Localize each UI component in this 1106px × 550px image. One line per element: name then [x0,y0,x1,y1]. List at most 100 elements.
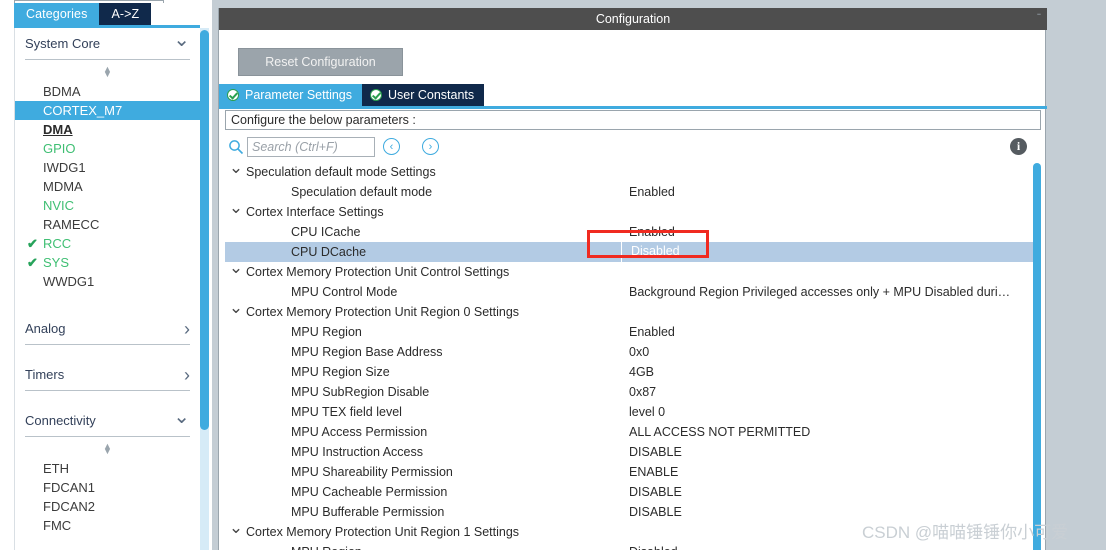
chevron-down-icon[interactable] [229,302,243,322]
table-row[interactable]: MPU Region Base Address 0x0 [225,342,1041,362]
table-row[interactable]: MPU Region Enabled [225,322,1041,342]
categories-scrollbar-thumb[interactable] [200,30,209,430]
table-row[interactable]: Cortex Memory Protection Unit Control Se… [225,262,1041,282]
group-header-system-core[interactable]: System Core [25,28,190,60]
tab-a-to-z[interactable]: A->Z [99,3,152,25]
panel-corner-resize-icon[interactable]: ╴ [1028,8,1044,21]
table-row[interactable]: MPU Instruction Access DISABLE [225,442,1041,462]
param-value[interactable]: level 0 [629,405,665,419]
table-row[interactable]: Speculation default mode Enabled [225,182,1041,202]
settings-tab-underline [219,106,1047,109]
chevron-right-icon [184,320,190,338]
cpu-dcache-value-editor[interactable]: Disabled [621,242,739,262]
search-icon [228,139,244,155]
param-name: CPU DCache [291,245,367,259]
table-row[interactable]: MPU Region Disabled [225,542,1041,550]
list-spinner-system-core[interactable] [15,64,200,80]
checkmark-icon: ✔ [27,255,38,270]
table-row[interactable]: MPU Access Permission ALL ACCESS NOT PER… [225,422,1041,442]
group-header-connectivity[interactable]: Connectivity [25,405,190,437]
tab-parameter-settings[interactable]: Parameter Settings [219,84,362,106]
param-name: Cortex Memory Protection Unit Region 0 S… [246,305,520,319]
param-name: MPU TEX field level [291,405,402,419]
watermark: CSDN @喵喵锤锤你小可爱 [862,523,1069,542]
sidebar-item-label: CORTEX_M7 [43,103,123,118]
check-circle-icon [227,89,239,101]
table-row[interactable]: MPU SubRegion Disable 0x87 [225,382,1041,402]
table-row[interactable]: Cortex Memory Protection Unit Region 0 S… [225,302,1041,322]
table-row-cpu-dcache[interactable]: CPU DCache Disabled [225,242,1041,262]
param-name: MPU Bufferable Permission [291,505,445,519]
table-row[interactable]: Speculation default mode Settings [225,162,1041,182]
param-value[interactable]: ENABLE [629,465,678,479]
param-value[interactable]: DISABLE [629,445,682,459]
param-value[interactable]: 4GB [629,365,654,379]
sidebar-item-fdcan1[interactable]: FDCAN1 [15,478,200,497]
search-next-button[interactable]: › [422,138,439,155]
sidebar-item-dma[interactable]: DMA [15,120,200,139]
param-value[interactable]: 0x87 [629,385,656,399]
sidebar-item-bdma[interactable]: BDMA [15,82,200,101]
sidebar-item-fmc[interactable]: FMC [15,516,200,535]
group-header-timers[interactable]: Timers [25,359,190,391]
param-value[interactable]: DISABLE [629,485,682,499]
sidebar-item-fdcan2[interactable]: FDCAN2 [15,497,200,516]
search-input[interactable] [247,137,375,157]
param-name: MPU SubRegion Disable [291,385,430,399]
param-name: MPU Cacheable Permission [291,485,448,499]
param-value[interactable]: Enabled [629,325,675,339]
param-value[interactable]: Disabled [629,545,678,550]
table-row[interactable]: Cortex Interface Settings [225,202,1041,222]
param-value[interactable]: ALL ACCESS NOT PERMITTED [629,425,810,439]
sidebar-item-sys[interactable]: ✔ SYS [15,253,200,272]
table-row[interactable]: CPU ICache Enabled [225,222,1041,242]
cubemx-configuration-screen: Categories A->Z System Core BDMA [0,0,1106,550]
tab-user-constants[interactable]: User Constants [362,84,485,106]
sidebar-item-iwdg1[interactable]: IWDG1 [15,158,200,177]
table-row[interactable]: MPU Region Size 4GB [225,362,1041,382]
sidebar-item-mdma[interactable]: MDMA [15,177,200,196]
chevron-down-icon [173,34,190,54]
sidebar-item-nvic[interactable]: NVIC [15,196,200,215]
table-row[interactable]: MPU Cacheable Permission DISABLE [225,482,1041,502]
list-spinner-connectivity[interactable] [15,441,200,457]
param-value[interactable]: 0x0 [629,345,649,359]
sidebar-item-rcc[interactable]: ✔ RCC [15,234,200,253]
param-value[interactable]: DISABLE [629,505,682,519]
chevron-left-icon: ‹ [389,140,394,153]
sidebar-item-eth[interactable]: ETH [15,459,200,478]
param-name: MPU Shareability Permission [291,465,453,479]
periph-list-connectivity: ETH FDCAN1 FDCAN2 FMC [15,459,200,535]
reset-configuration-button[interactable]: Reset Configuration [238,48,403,76]
param-name: MPU Region [291,325,362,339]
param-value[interactable]: Enabled [629,185,675,199]
param-value[interactable]: Background Region Privileged accesses on… [629,285,1010,299]
sidebar-item-ramecc[interactable]: RAMECC [15,215,200,234]
table-row[interactable]: MPU Control Mode Background Region Privi… [225,282,1041,302]
sidebar-item-cortex-m7[interactable]: CORTEX_M7 [15,101,200,120]
group-label-connectivity: Connectivity [25,413,96,428]
search-prev-button[interactable]: ‹ [383,138,400,155]
group-header-analog[interactable]: Analog [25,313,190,345]
configuration-title-bar: Configuration [219,8,1047,30]
chevron-down-icon[interactable] [229,202,243,222]
param-value: Disabled [631,244,680,258]
info-icon[interactable]: i [1010,138,1027,155]
sidebar-item-gpio[interactable]: GPIO [15,139,200,158]
param-name: Speculation default mode [291,185,433,199]
param-name: Speculation default mode Settings [246,165,436,179]
chevron-down-icon[interactable] [229,522,243,542]
chevron-down-icon[interactable] [229,262,243,282]
sidebar-item-label: RCC [43,236,72,251]
sidebar-item-wwdg1[interactable]: WWDG1 [15,272,200,291]
chevron-down-icon[interactable] [229,162,243,182]
param-name: MPU Access Permission [291,425,428,439]
param-name: MPU Region Size [291,365,390,379]
tab-categories[interactable]: Categories [14,3,100,25]
param-value[interactable]: Enabled [629,225,675,239]
param-name: MPU Region Base Address [291,345,443,359]
table-row[interactable]: MPU Shareability Permission ENABLE [225,462,1041,482]
table-row[interactable]: MPU TEX field level level 0 [225,402,1041,422]
chevron-right-icon [184,366,190,384]
parameter-tree-scrollbar-thumb[interactable] [1033,163,1041,550]
